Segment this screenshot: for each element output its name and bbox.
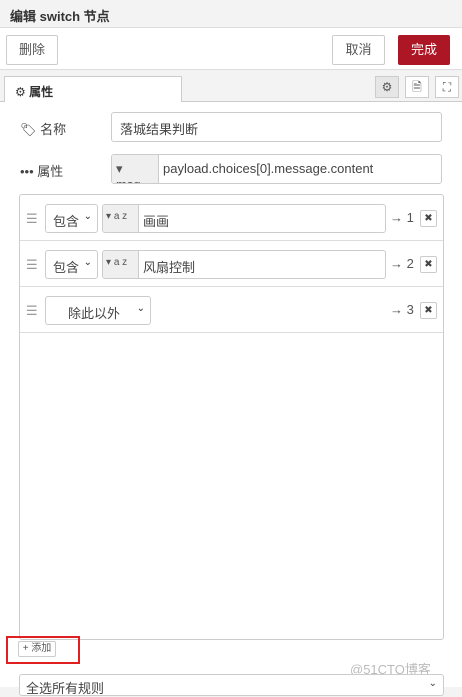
property-type-select[interactable]: ▾ msg. [112, 155, 159, 183]
ellipsis-icon: ••• [20, 164, 34, 179]
name-label: 🏷 名称 [20, 122, 67, 137]
chevron-down-icon: ⌄ [83, 257, 92, 268]
gear-icon: ⚙ [381, 80, 393, 94]
chevron-down-icon: ⌄ [83, 211, 92, 222]
rule-mode-select[interactable]: 全选所有规则 ⌄ [19, 674, 444, 696]
rule-operator-select[interactable]: 包含 ⌄ [45, 250, 98, 279]
chevron-down-icon: ⌄ [428, 678, 437, 689]
appearance-tab-button[interactable]: ⛶ [435, 76, 459, 98]
rule-output: → 2 [390, 256, 414, 271]
document-icon: 🗎 [412, 80, 422, 94]
delete-button[interactable]: 删除 [6, 35, 58, 65]
rules-list: ☰ 包含 ⌄ ▾ a z 画画 → 1 ✖ ☰ 包含 ⌄ ▾ a z 风扇控制 … [19, 194, 444, 640]
cancel-button[interactable]: 取消 [332, 35, 385, 65]
rule-operator-select[interactable]: 除此以外 ⌄ [45, 296, 151, 325]
done-button[interactable]: 完成 [398, 35, 450, 65]
caret-down-icon: ▾ [116, 161, 123, 176]
rule-row: ☰ 包含 ⌄ ▾ a z 画画 → 1 ✖ [20, 195, 443, 241]
settings-tab-button[interactable]: ⚙ [375, 76, 399, 98]
rule-output: → 1 [390, 210, 414, 225]
drag-handle-icon[interactable]: ☰ [26, 303, 38, 319]
tab-bar: ⚙ 属性 ⚙ 🗎 ⛶ [0, 70, 462, 103]
rule-type-select[interactable]: ▾ a z [103, 251, 139, 278]
dialog-toolbar: 删除 取消 完成 [0, 28, 462, 70]
name-input[interactable]: 落城结果判断 [111, 112, 442, 142]
tag-icon: 🏷 [20, 122, 37, 137]
remove-rule-button[interactable]: ✖ [420, 302, 437, 319]
property-value: payload.choices[0].message.content [163, 161, 374, 176]
rule-operator-select[interactable]: 包含 ⌄ [45, 204, 98, 233]
rule-row: ☰ 除此以外 ⌄ → 3 ✖ [20, 287, 443, 333]
frame-icon: ⛶ [442, 80, 452, 94]
properties-panel: 🏷 名称 落城结果判断 ••• 属性 ▾ msg. payload.choice… [0, 102, 462, 696]
dialog-title: 编辑 switch 节点 [0, 0, 462, 28]
property-input[interactable]: ▾ msg. payload.choices[0].message.conten… [111, 154, 442, 184]
add-rule-button[interactable]: + 添加 [18, 641, 56, 657]
drag-handle-icon[interactable]: ☰ [26, 211, 38, 227]
remove-rule-button[interactable]: ✖ [420, 256, 437, 273]
rule-value-input[interactable]: ▾ a z 画画 [102, 204, 386, 233]
chevron-down-icon: ⌄ [136, 303, 145, 314]
property-label: ••• 属性 [20, 164, 64, 179]
rule-value-text: 画画 [143, 214, 170, 229]
rule-type-select[interactable]: ▾ a z [103, 205, 139, 232]
gear-icon: ⚙ [15, 85, 26, 99]
rule-value-input[interactable]: ▾ a z 风扇控制 [102, 250, 386, 279]
rule-output: → 3 [390, 302, 414, 317]
tab-properties-label: 属性 [29, 85, 54, 99]
remove-rule-button[interactable]: ✖ [420, 210, 437, 227]
drag-handle-icon[interactable]: ☰ [26, 257, 38, 273]
description-tab-button[interactable]: 🗎 [405, 76, 429, 98]
tab-properties[interactable]: ⚙ 属性 [4, 76, 182, 103]
rule-value-text: 风扇控制 [143, 260, 196, 275]
rule-row: ☰ 包含 ⌄ ▾ a z 风扇控制 → 2 ✖ [20, 241, 443, 287]
